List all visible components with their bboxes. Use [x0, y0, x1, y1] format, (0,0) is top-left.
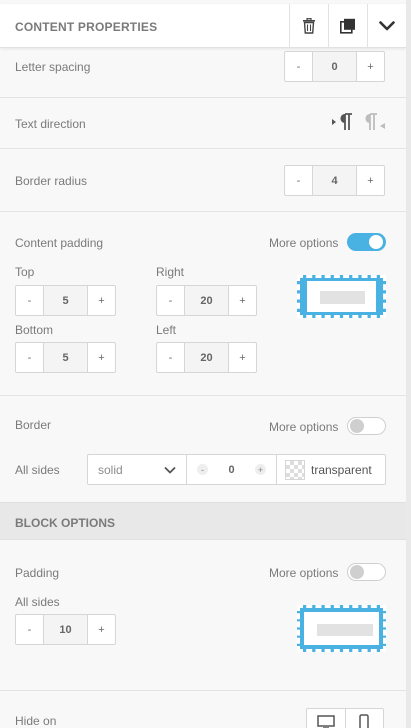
scrollbar[interactable] [406, 0, 411, 728]
delete-button[interactable] [289, 4, 328, 48]
content-padding-label: Content padding [15, 236, 104, 250]
preview-content-box [304, 612, 379, 645]
padding-top-label: Top [15, 265, 35, 279]
toggle-knob [350, 419, 364, 433]
block-padding-all-sides-label: All sides [15, 595, 60, 609]
border-more-options-label: More options [269, 420, 339, 434]
duplicate-icon [340, 18, 355, 34]
panel-title: CONTENT PROPERTIES [15, 20, 158, 34]
border-all-sides-label: All sides [15, 463, 60, 477]
chevron-down-icon [379, 21, 395, 31]
padding-right-stepper: - 20 + [156, 285, 257, 316]
chevron-down-icon [164, 466, 176, 474]
border-color-value: transparent [311, 462, 372, 477]
preview-content-block [320, 291, 365, 304]
letter-spacing-value[interactable]: 0 [312, 52, 357, 81]
border-all-sides-controls: solid - 0 + transparent [87, 454, 386, 485]
padding-top-stepper: - 5 + [15, 285, 116, 316]
block-padding-label: Padding [15, 566, 60, 580]
border-radius-label: Border radius [15, 174, 88, 188]
block-options-section-header: BLOCK OPTIONS [0, 502, 406, 540]
hide-on-mobile-button[interactable] [344, 709, 384, 728]
padding-left-stepper: - 20 + [156, 342, 257, 373]
padding-bottom-decrement[interactable]: - [16, 343, 43, 372]
block-padding-preview [297, 605, 386, 652]
preview-content-block [317, 624, 373, 636]
padding-left-label: Left [156, 323, 177, 337]
toggle-knob [369, 235, 383, 249]
collapse-button[interactable] [367, 4, 406, 48]
divider [0, 690, 406, 691]
ltr-icon [332, 113, 352, 130]
border-style-select[interactable]: solid [88, 455, 187, 484]
trash-icon [303, 18, 315, 34]
preview-content-box [307, 281, 376, 312]
padding-top-decrement[interactable]: - [16, 286, 43, 315]
border-width-decrement[interactable]: - [197, 464, 208, 475]
letter-spacing-stepper: - 0 + [284, 51, 385, 82]
block-options-title: BLOCK OPTIONS [15, 516, 116, 530]
border-radius-decrement[interactable]: - [285, 166, 312, 195]
rtl-icon [365, 113, 385, 130]
padding-right-decrement[interactable]: - [157, 286, 184, 315]
border-width-value[interactable]: 0 [228, 464, 234, 476]
letter-spacing-decrement[interactable]: - [285, 52, 312, 81]
border-radius-stepper: - 4 + [284, 165, 385, 196]
toggle-knob [350, 565, 364, 579]
padding-bottom-stepper: - 5 + [15, 342, 116, 373]
padding-bottom-label: Bottom [15, 323, 54, 337]
block-padding-value[interactable]: 10 [43, 615, 88, 644]
letter-spacing-label: Letter spacing [15, 60, 91, 74]
color-swatch [285, 459, 305, 480]
padding-right-value[interactable]: 20 [184, 286, 229, 315]
divider [0, 97, 406, 98]
mobile-icon [359, 714, 369, 728]
border-width-stepper: - 0 + [187, 455, 277, 484]
padding-left-value[interactable]: 20 [184, 343, 229, 372]
block-padding-stepper: - 10 + [15, 614, 116, 645]
divider [0, 395, 406, 396]
padding-bottom-value[interactable]: 5 [43, 343, 88, 372]
hide-on-desktop-button[interactable] [307, 709, 345, 728]
border-style-value: solid [98, 462, 123, 477]
padding-right-increment[interactable]: + [229, 286, 256, 315]
content-padding-preview [297, 275, 386, 318]
padding-top-increment[interactable]: + [88, 286, 115, 315]
border-label: Border [15, 418, 52, 432]
padding-left-increment[interactable]: + [229, 343, 256, 372]
divider [0, 148, 406, 149]
border-color-picker[interactable]: transparent [277, 455, 385, 484]
panel-header: CONTENT PROPERTIES [0, 4, 406, 48]
text-direction-rtl[interactable] [362, 112, 386, 132]
duplicate-button[interactable] [328, 4, 367, 48]
content-properties-panel: CONTENT PROPERTIES Letter spacing - 0 + … [0, 0, 406, 728]
padding-right-label: Right [156, 265, 185, 279]
padding-left-decrement[interactable]: - [157, 343, 184, 372]
padding-bottom-increment[interactable]: + [88, 343, 115, 372]
block-padding-decrement[interactable]: - [16, 615, 43, 644]
border-more-options-toggle[interactable] [347, 417, 386, 435]
block-padding-increment[interactable]: + [88, 615, 115, 644]
padding-top-value[interactable]: 5 [43, 286, 88, 315]
border-radius-increment[interactable]: + [357, 166, 384, 195]
block-padding-more-options-toggle[interactable] [347, 563, 386, 581]
hide-on-label: Hide on [15, 714, 57, 728]
content-padding-more-options-toggle[interactable] [347, 233, 386, 251]
desktop-icon [317, 715, 335, 728]
text-direction-ltr[interactable] [331, 112, 353, 132]
content-padding-more-options-label: More options [269, 236, 339, 250]
border-radius-value[interactable]: 4 [312, 166, 357, 195]
hide-on-devices [306, 708, 384, 728]
border-width-increment[interactable]: + [255, 464, 266, 475]
block-padding-more-options-label: More options [269, 566, 339, 580]
divider [0, 211, 406, 212]
text-direction-label: Text direction [15, 117, 86, 131]
letter-spacing-increment[interactable]: + [357, 52, 384, 81]
